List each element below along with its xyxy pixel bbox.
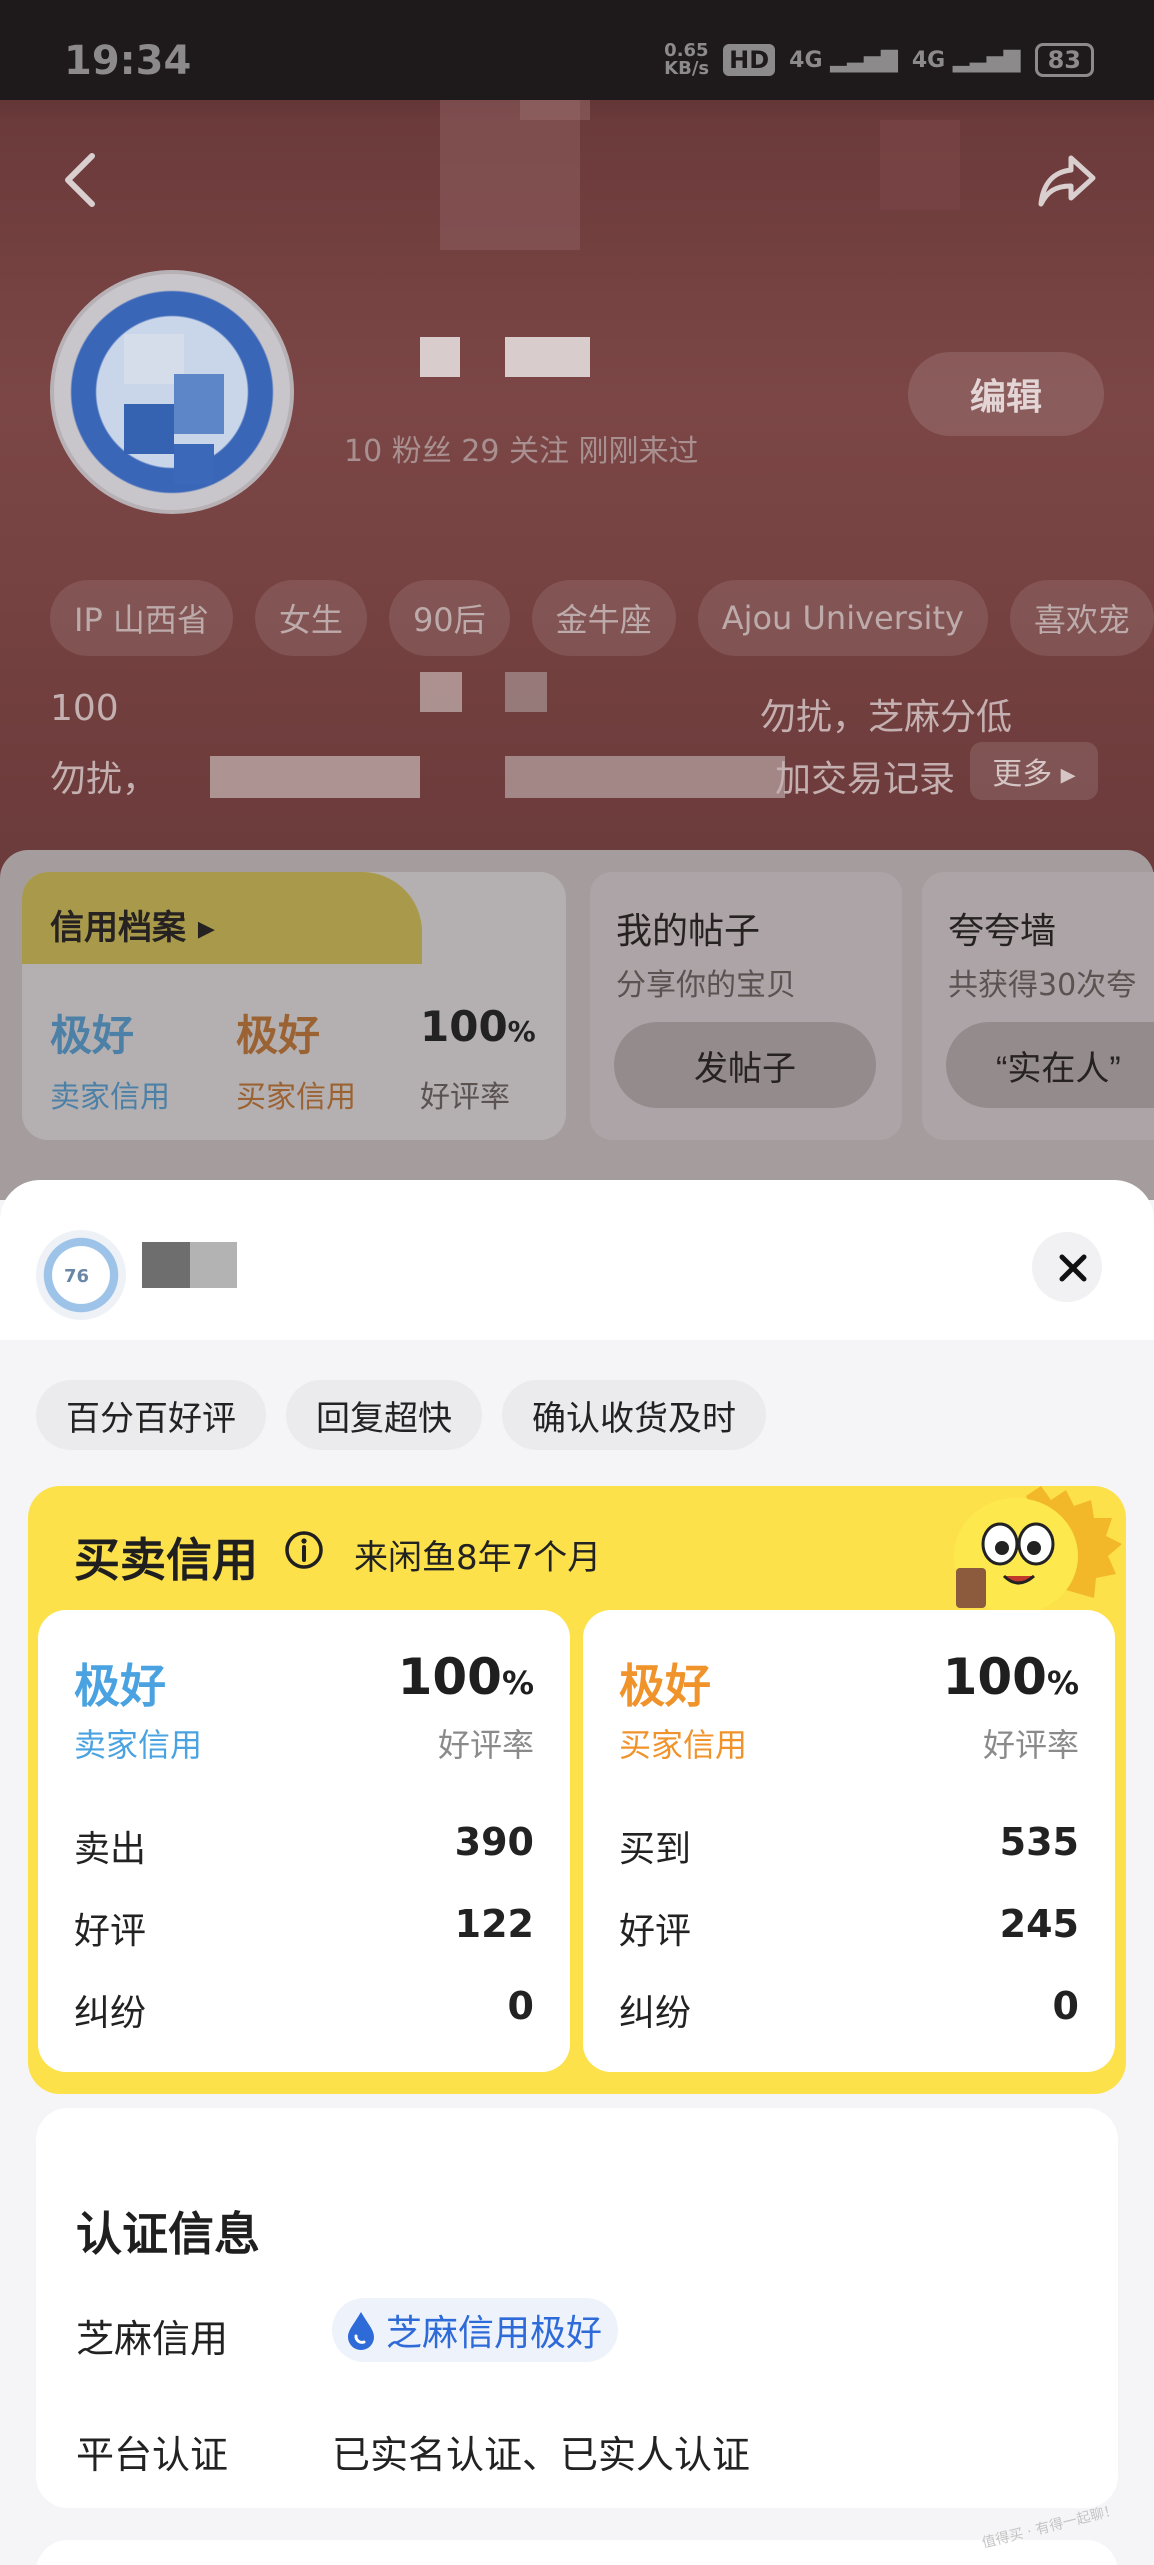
seller-good-rate-label: 好评率 — [437, 1726, 534, 1764]
seller-stat-row: 卖出 390 — [74, 1820, 534, 1870]
buyer-credit-level: 极好 — [236, 1011, 321, 1060]
share-icon[interactable] — [1035, 148, 1099, 212]
credit-score-badge: 76 — [64, 1266, 90, 1287]
profile-tag[interactable]: IP 山西省 — [50, 580, 233, 656]
seller-level-label: 卖家信用 — [74, 1726, 203, 1764]
bio-mask — [420, 672, 462, 712]
post-button[interactable]: 发帖子 — [614, 1022, 876, 1108]
sesame-drop-icon — [348, 2312, 374, 2350]
profile-tag[interactable]: 女生 — [254, 580, 367, 656]
profile-tags: IP 山西省 女生 90后 金牛座 Ajou University 喜欢宠 — [50, 580, 1154, 660]
back-arrow-icon[interactable] — [60, 150, 100, 210]
credit-bottom-sheet: 76 百分百好评 回复超快 确认收货及时 买卖信用 来闲鱼8年7个月 极好 卖家… — [0, 1180, 1154, 2565]
praise-tag-button[interactable]: “实在人” — [946, 1022, 1154, 1108]
signal-icon: 4G ▂▃▅▇ — [911, 47, 1021, 73]
seller-credit-level: 极好 — [50, 1011, 135, 1060]
buyer-level: 极好 — [619, 1659, 711, 1713]
praise-wall-card[interactable]: 夸夸墙 共获得30次夸 “实在人” — [922, 872, 1154, 1140]
seller-stat-row: 纠纷 0 — [74, 1984, 534, 2034]
seller-good-rate: 100% — [397, 1648, 534, 1706]
profile-tag[interactable]: Ajou University — [697, 580, 988, 656]
bio-mask — [505, 672, 547, 712]
review-tag[interactable]: 回复超快 — [286, 1380, 482, 1450]
buyer-stat-row: 好评 245 — [619, 1902, 1079, 1952]
edit-button[interactable]: 编辑 — [908, 352, 1104, 436]
battery-icon: 83 — [1034, 43, 1094, 77]
review-tag[interactable]: 百分百好评 — [36, 1380, 266, 1450]
buyer-stat-row: 买到 535 — [619, 1820, 1079, 1870]
member-since: 来闲鱼8年7个月 — [354, 1538, 602, 1578]
seller-stat-row: 好评 122 — [74, 1902, 534, 1952]
next-section-card — [36, 2540, 1118, 2565]
status-icons: 0.65 KB/s HD 4G ▂▃▅▇ 4G ▂▃▅▇ 83 — [664, 42, 1094, 78]
review-tags: 百分百好评 回复超快 确认收货及时 — [36, 1380, 766, 1450]
buyer-good-rate-label: 好评率 — [982, 1726, 1079, 1764]
platform-verify-label: 平台认证 — [76, 2433, 229, 2477]
verification-card: 认证信息 芝麻信用 芝麻信用极好 平台认证 已实名认证、已实人认证 — [36, 2108, 1118, 2508]
buyer-credit-panel: 极好 买家信用 100% 好评率 买到 535 好评 245 纠纷 0 — [583, 1610, 1115, 2072]
praise-title: 夸夸墙 — [948, 911, 1057, 952]
profile-tag[interactable]: 90后 — [388, 580, 510, 656]
bio-text: 勿扰，芝麻分低 — [760, 697, 1013, 738]
bio-mask — [210, 756, 420, 798]
my-posts-card[interactable]: 我的帖子 分享你的宝贝 发帖子 — [590, 872, 902, 1140]
info-icon[interactable] — [284, 1530, 324, 1570]
avatar[interactable] — [50, 270, 294, 514]
bio-text: 100 — [50, 688, 119, 729]
buyer-stat-row: 纠纷 0 — [619, 1984, 1079, 2034]
posts-subtitle: 分享你的宝贝 — [616, 968, 796, 1003]
trade-credit-title: 买卖信用 — [74, 1533, 258, 1587]
close-button[interactable] — [1032, 1232, 1102, 1302]
profile-tag[interactable]: 喜欢宠 — [1009, 580, 1154, 656]
bio-mask — [505, 756, 785, 798]
mascot-fish-icon — [954, 1486, 1122, 1614]
bio-text: 勿扰， — [50, 759, 159, 800]
sheet-username-masked — [142, 1242, 237, 1288]
close-icon — [1059, 1254, 1087, 1282]
user-stats[interactable]: 10 粉丝 29 关注 刚刚来过 — [344, 426, 699, 470]
sesame-credit-value: 芝麻信用极好 — [386, 2313, 603, 2354]
buyer-good-rate: 100% — [942, 1648, 1079, 1706]
credit-profile-title[interactable]: 信用档案 ▸ — [50, 900, 215, 949]
praise-subtitle: 共获得30次夸 — [948, 968, 1137, 1003]
cover-mosaic — [440, 100, 580, 250]
buyer-credit-label: 买家信用 — [236, 1080, 356, 1115]
status-time: 19:34 — [64, 38, 192, 84]
signal-icon: 4G ▂▃▅▇ — [789, 47, 898, 73]
bio-text: 加交易记录 — [775, 759, 956, 800]
sesame-credit-badge[interactable]: 芝麻信用极好 — [332, 2298, 619, 2362]
platform-verify-value: 已实名认证、已实人认证 — [332, 2433, 751, 2477]
credit-profile-card[interactable]: 信用档案 ▸ 极好 卖家信用 极好 买家信用 100% 好评率 — [22, 872, 566, 1140]
good-rate: 100% — [420, 1002, 536, 1051]
review-tag[interactable]: 确认收货及时 — [502, 1380, 766, 1450]
username-masked — [420, 337, 590, 377]
posts-title: 我的帖子 — [616, 911, 761, 952]
seller-credit-label: 卖家信用 — [50, 1080, 170, 1115]
sheet-header: 76 — [0, 1180, 1154, 1340]
more-button[interactable]: 更多 ▸ — [970, 742, 1098, 800]
cover-mosaic — [880, 120, 960, 210]
trade-credit-card: 买卖信用 来闲鱼8年7个月 极好 卖家信用 100% 好评率 卖出 390 好评… — [28, 1486, 1126, 2094]
seller-level: 极好 — [74, 1659, 166, 1713]
status-bar: 19:34 0.65 KB/s HD 4G ▂▃▅▇ 4G ▂▃▅▇ 83 — [0, 0, 1154, 100]
buyer-level-label: 买家信用 — [619, 1726, 748, 1764]
seller-credit-panel: 极好 卖家信用 100% 好评率 卖出 390 好评 122 纠纷 0 — [38, 1610, 570, 2072]
verification-title: 认证信息 — [76, 2207, 260, 2261]
profile-tag[interactable]: 金牛座 — [531, 580, 676, 656]
hd-icon: HD — [723, 44, 776, 76]
sesame-credit-label: 芝麻信用 — [76, 2317, 229, 2361]
good-rate-label: 好评率 — [420, 1080, 510, 1115]
net-speed: 0.65 KB/s — [664, 40, 710, 79]
